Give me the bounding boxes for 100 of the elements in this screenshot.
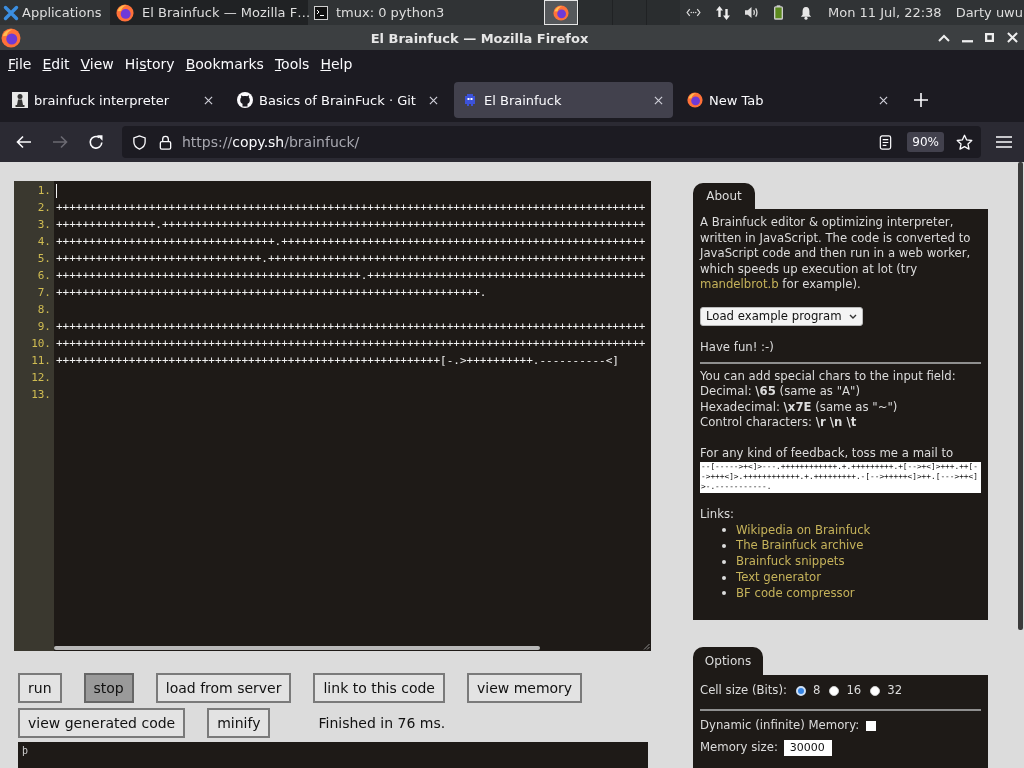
battery-icon[interactable]	[774, 5, 783, 20]
close-icon[interactable]	[654, 95, 663, 105]
line-number: 13.	[31, 388, 51, 401]
back-icon[interactable]	[16, 134, 32, 150]
lock-icon[interactable]	[158, 134, 173, 150]
resource-link[interactable]: Brainfuck snippets	[736, 554, 845, 570]
applications-menu[interactable]: Applications	[0, 0, 110, 25]
menu-item[interactable]: Help	[314, 56, 358, 72]
close-icon[interactable]	[879, 95, 888, 105]
scrollbar-thumb[interactable]	[54, 646, 540, 650]
bullet-icon	[722, 544, 726, 549]
example-link[interactable]: mandelbrot.b	[700, 277, 779, 291]
action-button[interactable]: run	[18, 673, 62, 703]
menu-icon[interactable]	[996, 136, 1012, 148]
code-line: +++++++++++++++++++++++++++++++++++++++++++++++++++++++++++++++++++++++++++++++++++++++++	[56, 319, 646, 335]
options-heading: Options	[693, 647, 763, 675]
action-button[interactable]: link to this code	[313, 673, 445, 703]
greeting-text: Have fun! :-)	[700, 340, 774, 354]
chevron-up-icon[interactable]	[938, 33, 950, 42]
line-number: 5.	[37, 252, 51, 265]
browser-logo-icon	[116, 3, 134, 22]
example-program-select[interactable]: Load example program	[700, 306, 863, 326]
reload-icon[interactable]	[88, 134, 104, 150]
browser-logo-icon	[1, 27, 21, 48]
page-scrollbar[interactable]	[1018, 162, 1023, 630]
action-button[interactable]: load from server	[155, 673, 292, 703]
action-button[interactable]: view generated code	[18, 708, 186, 738]
resource-link[interactable]: Text generator	[736, 569, 822, 586]
help-text: Hexadecimal: \x7E (same as "~")	[700, 399, 898, 414]
menu-item[interactable]: Bookmarks	[180, 56, 270, 72]
line-number: 6.	[37, 269, 51, 282]
browser-tab[interactable]: brainfuck interpreter	[4, 82, 223, 118]
star-icon[interactable]	[956, 133, 973, 151]
browser-tab[interactable]: El Brainfuck	[454, 82, 673, 118]
clock-text[interactable]: Mon 11 Jul, 22:38	[828, 5, 942, 20]
links-heading: Links:	[700, 507, 734, 521]
browser-tab[interactable]: Basics of BrainFuck · Git	[229, 82, 448, 118]
cell-size-label: Cell size (Bits):	[700, 683, 787, 699]
menu-item[interactable]: History	[119, 56, 181, 72]
dynamic-memory-label: Dynamic (infinite) Memory:	[700, 718, 860, 734]
taskbar-window-button[interactable]: El Brainfuck — Mozilla F…	[110, 0, 308, 25]
menu-item[interactable]: File	[2, 56, 37, 72]
checkbox[interactable]	[866, 721, 877, 731]
transfer-arrows-icon[interactable]	[715, 4, 731, 21]
user-name[interactable]: Darty uwu	[955, 5, 1023, 20]
shield-icon[interactable]	[132, 134, 147, 150]
action-button[interactable]: view memory	[466, 673, 583, 703]
resource-link[interactable]: BF code compressor	[736, 585, 855, 602]
caret-icon	[849, 313, 857, 319]
help-text: Control characters: \r \n \t	[700, 415, 857, 429]
line-number: 12.	[31, 371, 51, 384]
cross-logo-icon	[3, 4, 19, 21]
line-number: 11.	[31, 354, 51, 367]
resource-link[interactable]: The Brainfuck archive	[736, 538, 864, 554]
bullet-icon	[722, 591, 726, 596]
reader-view-icon[interactable]	[878, 134, 894, 150]
network-icon[interactable]	[686, 8, 701, 17]
code-line: +++++++++++++++.+++++++++++++++++++++++++++++++++++++++++++++++++++++++++++++++++++++++++	[56, 217, 646, 233]
help-text: You can add special chars to the input field:	[700, 368, 956, 383]
radio-button[interactable]	[870, 686, 881, 696]
bullet-icon	[722, 528, 726, 533]
zoom-level-button[interactable]: 90%	[907, 132, 944, 152]
help-text: Decimal: \65 (same as "A")	[700, 384, 860, 398]
close-icon[interactable]	[204, 95, 213, 105]
output-area[interactable]: þ	[18, 742, 648, 768]
taskbar-window-button[interactable]: tmux: 0 python3	[308, 0, 506, 25]
memory-size-label: Memory size:	[700, 740, 778, 756]
invader-icon	[462, 92, 478, 108]
resize-grip-icon[interactable]	[643, 643, 650, 650]
code-line: +++++++++++++++++++++++++++++++++.+++++++++++++++++++++++++++++++++++++++++++++++++++++++	[56, 234, 646, 250]
cat-logo-icon	[237, 92, 253, 108]
resource-link[interactable]: Wikipedia on Brainfuck	[736, 522, 871, 539]
code-line: +++++++++++++++++++++++++++++++++++++++++++++++++++++++++++++++++++++++++++++++++++++++++	[56, 336, 646, 352]
maximize-icon[interactable]	[985, 33, 994, 42]
about-description: A Brainfuck editor & optimizing interpreter, written in JavaScript. The code is converted to JavaScript code and then run in a web worker, which speeds up execution at lot (try mandelbrot.b for example).	[700, 215, 972, 293]
menu-item[interactable]: Edit	[36, 56, 76, 72]
code-editor[interactable]	[14, 181, 651, 651]
bell-icon[interactable]	[800, 5, 812, 20]
memory-size-field[interactable]: 30000	[783, 740, 832, 756]
volume-icon[interactable]	[744, 6, 759, 19]
code-line: ++++++++++++++++++++++++++++++++++++++++++++++.++++++++++++++++++++++++++++++++++++++++++	[56, 268, 646, 284]
radio-label: 8	[812, 683, 821, 699]
code-line: ++++++++++++++++++++++++++++++++++++++++++++++++++++++++++++++++.	[56, 285, 487, 301]
menu-item[interactable]: View	[75, 56, 120, 72]
plus-icon[interactable]	[914, 93, 928, 107]
radio-button[interactable]	[829, 686, 840, 696]
code-line: +++++++++++++++++++++++++++++++.+++++++++++++++++++++++++++++++++++++++++++++++++++++++++	[56, 251, 646, 267]
address-bar[interactable]: https://copy.sh/brainfuck/ 90%	[122, 126, 981, 158]
radio-button[interactable]	[795, 686, 806, 696]
browser-tab[interactable]: New Tab	[679, 82, 898, 118]
line-number: 9.	[37, 320, 51, 333]
action-button[interactable]: stop	[83, 673, 134, 703]
code-line: +++++++++++++++++++++++++++++++++++++++++++++++++++++++++++++++++++++++++++++++++++++++++	[56, 200, 646, 216]
menu-item[interactable]: Tools	[269, 56, 315, 72]
minimize-icon[interactable]	[962, 40, 973, 43]
url-text[interactable]: https://copy.sh/brainfuck/	[182, 134, 360, 150]
close-icon[interactable]	[429, 95, 438, 105]
line-number: 4.	[37, 235, 51, 248]
line-number: 3.	[37, 218, 51, 231]
action-button[interactable]: minify	[207, 708, 271, 738]
